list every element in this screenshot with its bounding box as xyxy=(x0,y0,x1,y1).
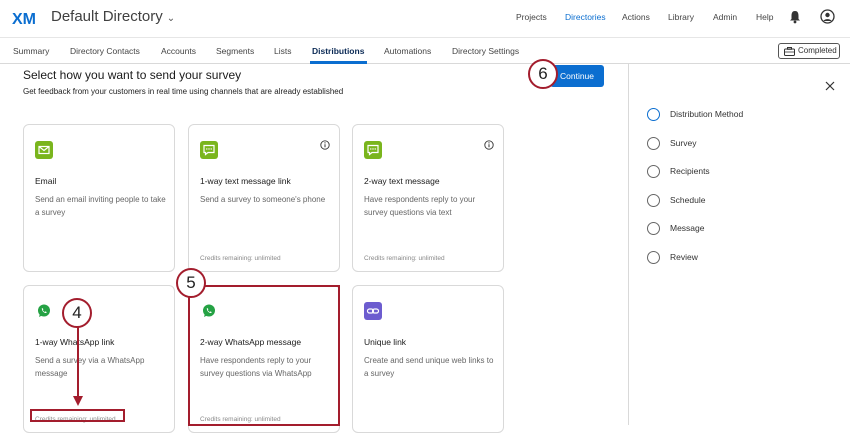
callout-box-4 xyxy=(30,409,125,422)
tab-accounts[interactable]: Accounts xyxy=(161,46,196,56)
directory-selector[interactable]: Default Directory ⌄ xyxy=(51,8,175,25)
tab-summary[interactable]: Summary xyxy=(13,46,49,56)
tab-lists[interactable]: Lists xyxy=(274,46,291,56)
text-message-icon xyxy=(364,141,382,159)
briefcase-icon xyxy=(784,47,795,56)
nav-admin[interactable]: Admin xyxy=(713,12,737,22)
whatsapp-icon xyxy=(38,304,50,317)
top-bar: XM Default Directory ⌄ Projects Directori… xyxy=(0,0,850,38)
step-circle-icon xyxy=(647,194,660,207)
close-icon[interactable] xyxy=(825,81,835,91)
step-label: Recipients xyxy=(670,166,710,176)
card-title: Email xyxy=(35,176,57,186)
text-message-icon xyxy=(200,141,218,159)
unique-link-card[interactable]: Unique link Create and send unique web l… xyxy=(352,285,504,433)
card-title: 2-way text message xyxy=(364,176,440,186)
directory-title: Default Directory xyxy=(51,8,163,25)
callout-5: 5 xyxy=(176,268,206,298)
tab-directory-settings[interactable]: Directory Settings xyxy=(452,46,519,56)
continue-button[interactable]: Continue xyxy=(550,65,604,87)
card-description: Send an email inviting people to take a … xyxy=(35,195,166,217)
nav-directories[interactable]: Directories xyxy=(565,12,606,22)
completed-label: Completed xyxy=(798,46,837,55)
credits-remaining: Credits remaining: unlimited xyxy=(200,255,281,262)
nav-library[interactable]: Library xyxy=(668,12,694,22)
tab-distributions[interactable]: Distributions xyxy=(312,46,364,56)
callout-box-5 xyxy=(188,285,340,426)
step-label: Message xyxy=(670,223,705,233)
credits-remaining: Credits remaining: unlimited xyxy=(364,255,445,262)
callout-arrow xyxy=(73,326,83,406)
card-description: Create and send unique web links to a su… xyxy=(364,356,494,378)
one-way-text-card[interactable]: 1-way text message link Send a survey to… xyxy=(188,124,340,272)
step-circle-icon xyxy=(647,251,660,264)
email-card[interactable]: Email Send an email inviting people to t… xyxy=(23,124,175,272)
two-way-text-card[interactable]: 2-way text message Have respondents repl… xyxy=(352,124,504,272)
directory-tabs: Summary Directory Contacts Accounts Segm… xyxy=(0,38,850,64)
card-title: 1-way text message link xyxy=(200,176,291,186)
distribution-method-panel: Select how you want to send your survey … xyxy=(0,59,628,433)
step-label: Survey xyxy=(670,138,697,148)
callout-6: 6 xyxy=(528,59,558,89)
tab-segments[interactable]: Segments xyxy=(216,46,254,56)
step-label: Schedule xyxy=(670,195,706,205)
info-icon[interactable] xyxy=(320,140,330,150)
nav-projects[interactable]: Projects xyxy=(516,12,547,22)
card-description: Send a survey via a WhatsApp message xyxy=(35,356,145,378)
bell-icon[interactable] xyxy=(789,10,801,24)
email-icon xyxy=(35,141,53,159)
callout-4: 4 xyxy=(62,298,92,328)
step-circle-icon xyxy=(647,222,660,235)
step-label: Review xyxy=(670,252,698,262)
tab-directory-contacts[interactable]: Directory Contacts xyxy=(70,46,140,56)
step-label: Distribution Method xyxy=(670,109,744,119)
step-circle-icon xyxy=(647,137,660,150)
step-circle-icon xyxy=(647,165,660,178)
step-circle-icon xyxy=(647,108,660,121)
page-heading: Select how you want to send your survey xyxy=(23,68,242,82)
card-description: Have respondents reply to your survey qu… xyxy=(364,195,476,217)
completed-status-button[interactable]: Completed xyxy=(778,43,840,59)
link-icon xyxy=(364,302,382,320)
card-title: Unique link xyxy=(364,337,407,347)
xm-logo[interactable]: XM xyxy=(12,8,42,28)
page-subheading: Get feedback from your customers in real… xyxy=(23,87,344,96)
nav-help[interactable]: Help xyxy=(756,12,773,22)
tab-automations[interactable]: Automations xyxy=(384,46,431,56)
nav-actions[interactable]: Actions xyxy=(622,12,650,22)
chevron-down-icon: ⌄ xyxy=(166,13,176,24)
card-description: Send a survey to someone's phone xyxy=(200,195,326,204)
xm-logo-text: XM xyxy=(12,11,36,28)
user-account-icon[interactable] xyxy=(820,9,835,24)
distribution-steps-sidebar: Distribution Method Survey Recipients Sc… xyxy=(628,64,850,425)
info-icon[interactable] xyxy=(484,140,494,150)
